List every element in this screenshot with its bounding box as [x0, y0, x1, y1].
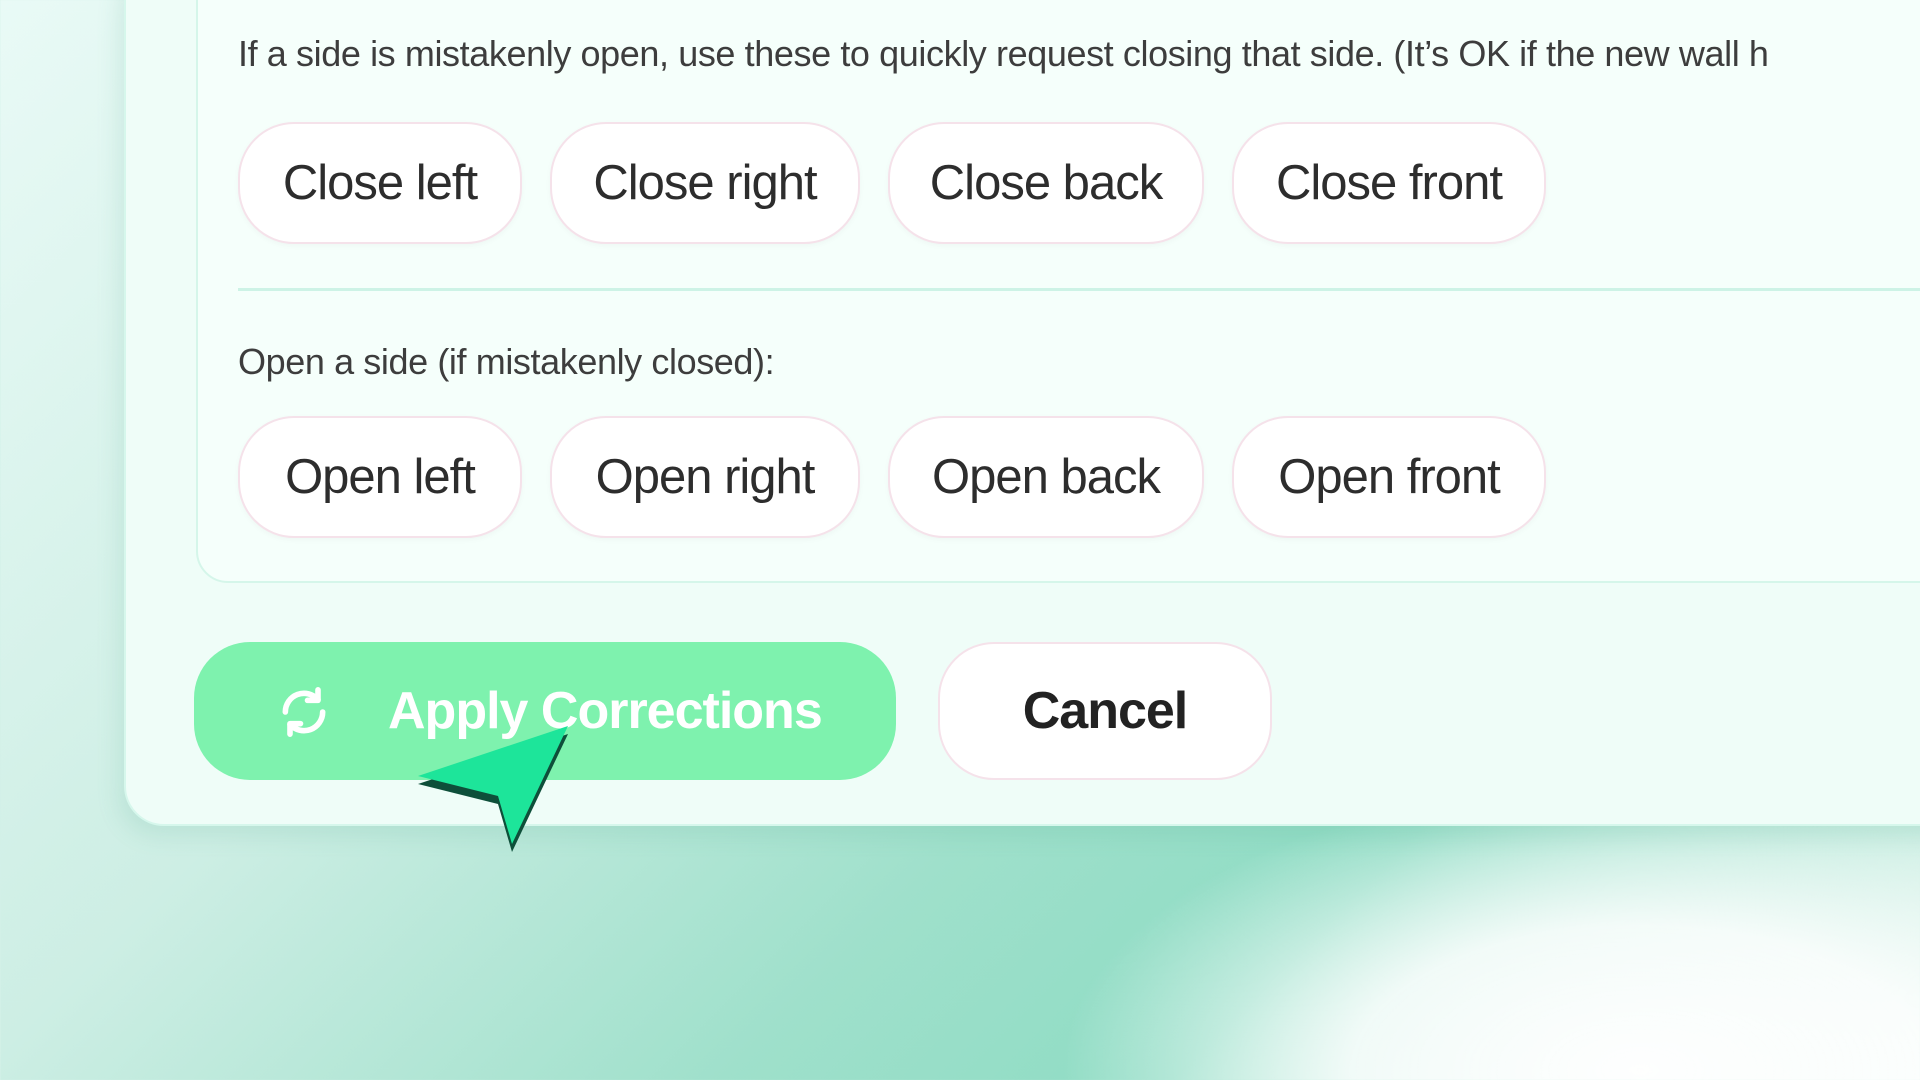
cancel-button[interactable]: Cancel [938, 642, 1272, 780]
open-left-button[interactable]: Open left [238, 416, 522, 538]
close-back-button[interactable]: Close back [888, 122, 1204, 244]
open-back-button[interactable]: Open back [888, 416, 1204, 538]
close-front-button[interactable]: Close front [1232, 122, 1546, 244]
close-right-button[interactable]: Close right [550, 122, 860, 244]
close-left-button[interactable]: Close left [238, 122, 522, 244]
open-right-button[interactable]: Open right [550, 416, 860, 538]
close-sides-instructions: If a side is mistakenly open, use these … [238, 33, 1769, 74]
refresh-icon [282, 687, 326, 737]
section-divider [238, 288, 1920, 291]
open-front-button[interactable]: Open front [1232, 416, 1546, 538]
open-sides-heading: Open a side (if mistakenly closed): [238, 341, 775, 382]
apply-corrections-button[interactable]: Apply Corrections [194, 642, 896, 780]
apply-corrections-label: Apply Corrections [388, 682, 823, 740]
